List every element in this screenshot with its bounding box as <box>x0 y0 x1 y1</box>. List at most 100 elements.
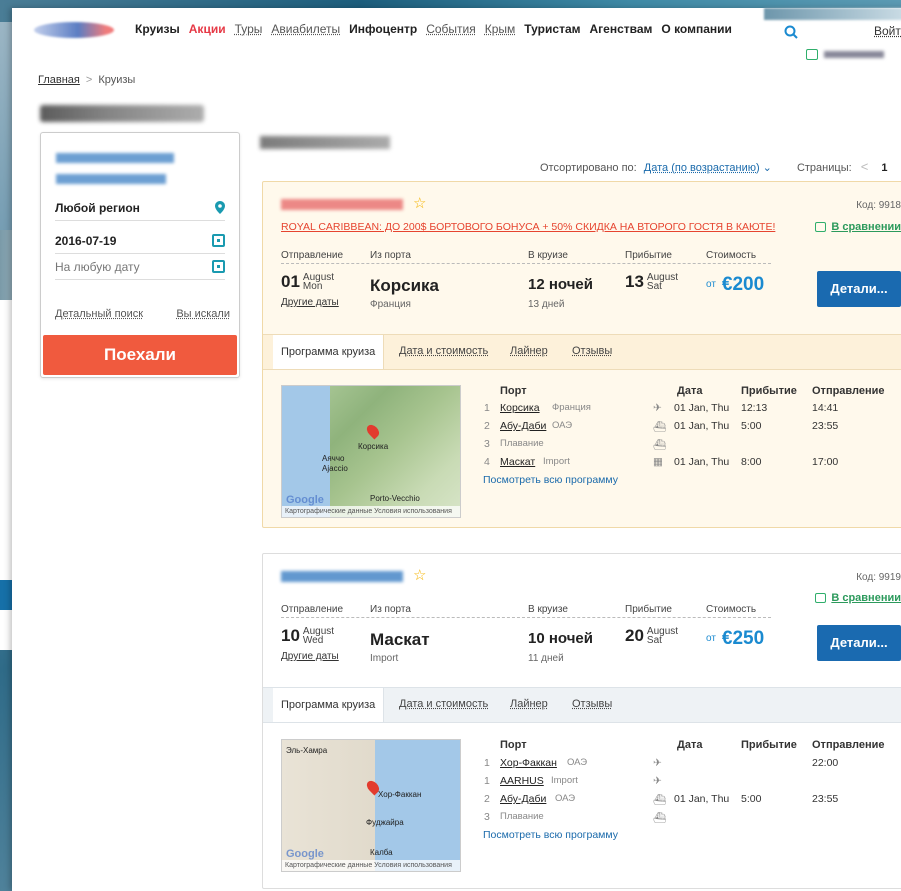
detailed-search-link[interactable]: Детальный поиск <box>55 308 143 320</box>
nav-item-crimea[interactable]: Крым <box>485 22 516 36</box>
results-title <box>260 136 390 149</box>
phone-block <box>806 48 884 60</box>
nav-item-tours[interactable]: Туры <box>235 22 263 36</box>
stop-departure: 14:41 <box>812 402 839 414</box>
search-icon[interactable] <box>784 25 798 39</box>
departure-month-weekday: August Wed <box>302 627 334 646</box>
stop-port[interactable]: Хор-Факкан <box>500 757 557 769</box>
table-row: 1 AARHUS Import ✈ <box>481 775 901 791</box>
calendar-icon[interactable] <box>212 234 225 247</box>
stop-port[interactable]: Абу-Даби <box>500 420 546 432</box>
promo-link[interactable]: ROYAL CARIBBEAN: ДО 200$ БОРТОВОГО БОНУС… <box>281 221 775 233</box>
stop-port[interactable]: Маскат <box>500 456 535 468</box>
compare-link[interactable]: В сравнении <box>815 221 901 233</box>
nav-item-about[interactable]: О компании <box>661 22 732 36</box>
tab-dates[interactable]: Дата и стоимость <box>399 345 488 357</box>
nav-item-tourists[interactable]: Туристам <box>524 22 580 36</box>
stop-number: 2 <box>484 420 490 432</box>
col-arrival: Прибытие <box>741 385 797 397</box>
route-map[interactable]: Корсика Аяччо Ajaccio Porto-Vecchio Goog… <box>281 385 461 518</box>
departure-weekday: Wed <box>302 635 324 646</box>
map-marker-icon[interactable] <box>364 422 382 440</box>
see-all-program-link[interactable]: Посмотреть всю программу <box>483 829 618 841</box>
sidebar-link-river-cruises[interactable] <box>56 174 166 184</box>
page-number[interactable]: 1 <box>881 162 887 174</box>
chevron-left-icon[interactable]: < <box>861 159 869 174</box>
region-select[interactable]: Любой регион <box>55 195 225 221</box>
star-icon[interactable]: ☆ <box>413 566 426 584</box>
cruise-days: 13 дней <box>528 299 565 310</box>
go-button[interactable]: Поехали <box>43 335 237 375</box>
logo[interactable] <box>34 22 114 38</box>
tab-reviews[interactable]: Отзывы <box>572 698 612 710</box>
label-cost: Стоимость <box>706 250 757 261</box>
search-history-link[interactable]: Вы искали <box>176 308 230 320</box>
nav-item-infocenter[interactable]: Инфоцентр <box>349 22 417 36</box>
cruise-title[interactable] <box>281 199 403 210</box>
stop-sailing: Плавание <box>500 811 544 822</box>
nav-item-events[interactable]: События <box>426 22 476 36</box>
departure-day: 01 <box>281 272 300 291</box>
date-to-placeholder: На любую дату <box>55 259 140 274</box>
stop-port[interactable]: Корсика <box>500 402 540 414</box>
arrival-weekday: Sat <box>646 281 662 292</box>
sort-select[interactable]: Дата (по возрастанию) <box>644 162 760 174</box>
stop-departure: 17:00 <box>812 456 839 468</box>
other-dates-link[interactable]: Другие даты <box>281 651 339 662</box>
sidebar-link-sea-cruises[interactable] <box>56 153 174 163</box>
sort-label: Отсортировано по: <box>540 162 637 174</box>
stop-port[interactable]: AARHUS <box>500 775 544 787</box>
compare-link[interactable]: В сравнении <box>815 592 901 604</box>
departure-weekday: Mon <box>302 281 323 292</box>
map-label: Porto-Vecchio <box>370 494 420 503</box>
details-button[interactable]: Детали... <box>817 271 901 307</box>
departure-country: Import <box>370 653 399 664</box>
stop-country: Франция <box>552 402 591 413</box>
departure-country: Франция <box>370 299 411 310</box>
cruise-nights: 10 ночей <box>528 630 593 647</box>
map-label: Аяччо <box>322 454 345 463</box>
see-all-program-link[interactable]: Посмотреть всю программу <box>483 474 618 486</box>
tab-liner[interactable]: Лайнер <box>510 345 548 357</box>
tab-reviews[interactable]: Отзывы <box>572 345 612 357</box>
compare-icon <box>815 593 827 604</box>
tab-program[interactable]: Программа круиза <box>273 688 385 722</box>
plane-icon: ✈ <box>653 402 662 414</box>
cruise-nights: 12 ночей <box>528 276 593 293</box>
price: от €200 <box>706 274 764 296</box>
tab-liner[interactable]: Лайнер <box>510 698 548 710</box>
date-to-field[interactable]: На любую дату <box>55 254 225 280</box>
route-map[interactable]: Хор-Факкан Фуджайра Калба Эль-Хамра Goog… <box>281 739 461 872</box>
details-button[interactable]: Детали... <box>817 625 901 661</box>
login-link[interactable]: Войти <box>874 24 901 38</box>
star-icon[interactable]: ☆ <box>413 194 426 212</box>
top-banner <box>764 8 901 20</box>
table-row: 2 Абу-Даби ОАЭ ⛴ 01 Jan, Thu 5:00 23:55 <box>481 793 901 809</box>
cruise-header-row: Отправление Из порта В круизе Прибытие С… <box>281 250 771 264</box>
nav-item-agencies[interactable]: Агенствам <box>590 22 653 36</box>
stop-number: 3 <box>484 811 490 823</box>
nav-item-cruises[interactable]: Круизы <box>135 22 180 36</box>
phone-icon <box>806 48 818 60</box>
date-from-field[interactable]: 2016-07-19 <box>55 228 225 254</box>
stop-arrival: 12:13 <box>741 402 768 414</box>
nav-item-promos[interactable]: Акции <box>189 22 226 36</box>
table-row: 1 Хор-Факкан ОАЭ ✈ 22:00 <box>481 757 901 773</box>
tab-dates[interactable]: Дата и стоимость <box>399 698 488 710</box>
stop-port[interactable]: Абу-Даби <box>500 793 546 805</box>
stop-departure: 23:55 <box>812 420 839 432</box>
stop-sailing: Плавание <box>500 438 544 449</box>
tab-program[interactable]: Программа круиза <box>273 335 385 369</box>
stop-departure: 22:00 <box>812 757 839 769</box>
ship-icon: ⛴ <box>653 812 667 824</box>
breadcrumb-home[interactable]: Главная <box>38 74 80 86</box>
building-icon: ▦ <box>653 456 663 468</box>
ship-icon: ⛴ <box>653 794 667 806</box>
page-title <box>40 105 204 122</box>
google-logo: Google <box>286 494 324 506</box>
chevron-down-icon[interactable]: ⌄ <box>763 162 772 174</box>
cruise-title[interactable] <box>281 571 403 582</box>
nav-item-flights[interactable]: Авиабилеты <box>271 22 340 36</box>
other-dates-link[interactable]: Другие даты <box>281 297 339 308</box>
calendar-icon[interactable] <box>212 260 225 273</box>
